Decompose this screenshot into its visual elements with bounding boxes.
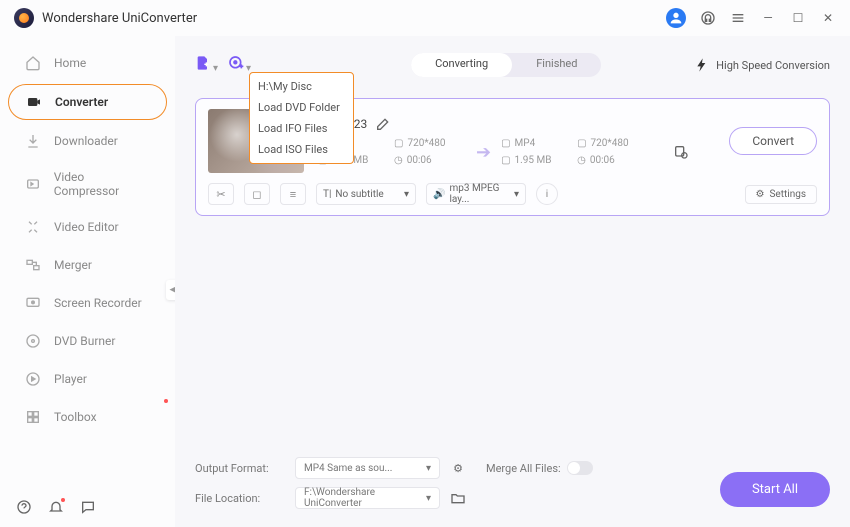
arrow-icon: ➔ <box>476 142 491 163</box>
support-icon[interactable] <box>700 10 716 26</box>
edit-name-icon[interactable] <box>375 116 391 132</box>
sidebar-item-dvd[interactable]: DVD Burner <box>8 324 167 358</box>
sidebar-item-label: Merger <box>54 258 92 272</box>
add-disc-button[interactable]: ▾ <box>228 55 251 76</box>
dropdown-item[interactable]: Load IFO Files <box>250 118 353 139</box>
sidebar-item-compressor[interactable]: Video Compressor <box>8 162 167 206</box>
editor-icon <box>24 218 42 236</box>
folder-icon: ▢ <box>501 138 510 149</box>
file-location-select[interactable]: F:\Wondershare UniConverter▾ <box>295 487 440 509</box>
merger-icon <box>24 256 42 274</box>
merge-label: Merge All Files: <box>486 462 561 475</box>
menu-icon[interactable] <box>730 10 746 26</box>
sidebar-item-label: Video Editor <box>54 220 119 234</box>
sidebar-item-label: Converter <box>55 95 108 109</box>
sidebar-item-editor[interactable]: Video Editor <box>8 210 167 244</box>
sidebar-item-downloader[interactable]: Downloader <box>8 124 167 158</box>
home-icon <box>24 54 42 72</box>
gear-icon: ⚙ <box>756 189 765 200</box>
tab-converting[interactable]: Converting <box>411 53 512 77</box>
res-icon: ▢ <box>394 138 403 149</box>
add-file-button[interactable]: ▾ <box>195 55 218 76</box>
recorder-icon <box>24 294 42 312</box>
app-title: Wondershare UniConverter <box>42 11 197 26</box>
sidebar: Home Converter Downloader Video Compress… <box>0 36 175 527</box>
output-format-select[interactable]: MP4 Same as sou...▾ <box>295 457 440 479</box>
minimize-button[interactable]: — <box>760 10 776 26</box>
sidebar-item-label: Screen Recorder <box>54 296 142 310</box>
sidebar-item-label: Video Compressor <box>54 170 151 198</box>
close-button[interactable]: ✕ <box>820 10 836 26</box>
sidebar-item-label: Toolbox <box>54 410 97 424</box>
bell-icon[interactable] <box>48 499 64 515</box>
audio-select[interactable]: 🔊mp3 MPEG lay...▾ <box>426 183 526 205</box>
output-settings-icon[interactable] <box>673 144 689 160</box>
output-format-label: Output Format: <box>195 462 285 475</box>
sidebar-item-label: DVD Burner <box>54 334 115 348</box>
sidebar-item-merger[interactable]: Merger <box>8 248 167 282</box>
tab-finished[interactable]: Finished <box>512 53 601 77</box>
dropdown-item[interactable]: Load ISO Files <box>250 139 353 160</box>
disc-dropdown: H:\My Disc Load DVD Folder Load IFO File… <box>249 72 354 164</box>
clock-icon: ◷ <box>394 155 403 166</box>
feedback-icon[interactable] <box>80 499 96 515</box>
sidebar-item-player[interactable]: Player <box>8 362 167 396</box>
converter-icon <box>25 93 43 111</box>
sidebar-item-label: Player <box>54 372 87 386</box>
open-folder-icon[interactable] <box>450 490 466 506</box>
toolbox-icon <box>24 408 42 426</box>
sidebar-item-label: Home <box>54 56 86 70</box>
high-speed-toggle[interactable]: High Speed Conversion <box>694 57 830 73</box>
subtitle-select[interactable]: T|No subtitle▾ <box>316 183 416 205</box>
app-logo <box>14 8 34 28</box>
dropdown-item[interactable]: H:\My Disc <box>250 76 353 97</box>
sidebar-item-home[interactable]: Home <box>8 46 167 80</box>
folder-icon: ▢ <box>501 155 510 166</box>
merge-toggle[interactable] <box>567 461 593 475</box>
compress-icon <box>24 175 42 193</box>
sidebar-item-recorder[interactable]: Screen Recorder <box>8 286 167 320</box>
sidebar-item-converter[interactable]: Converter <box>8 84 167 120</box>
player-icon <box>24 370 42 388</box>
help-icon[interactable] <box>16 499 32 515</box>
download-icon <box>24 132 42 150</box>
sidebar-item-toolbox[interactable]: Toolbox <box>8 400 167 434</box>
dropdown-item[interactable]: Load DVD Folder <box>250 97 353 118</box>
info-button[interactable]: i <box>536 183 558 205</box>
effect-button[interactable]: ≡ <box>280 183 306 205</box>
settings-button[interactable]: ⚙Settings <box>745 185 817 204</box>
convert-button[interactable]: Convert <box>729 127 817 155</box>
format-settings-icon[interactable]: ⚙ <box>450 460 466 476</box>
maximize-button[interactable]: ☐ <box>790 10 806 26</box>
trim-button[interactable]: ✂ <box>208 183 234 205</box>
sidebar-item-label: Downloader <box>54 134 118 148</box>
dvd-icon <box>24 332 42 350</box>
res-icon: ▢ <box>577 138 586 149</box>
start-all-button[interactable]: Start All <box>720 472 830 507</box>
file-location-label: File Location: <box>195 492 285 505</box>
crop-button[interactable]: ◻ <box>244 183 270 205</box>
user-avatar[interactable] <box>666 8 686 28</box>
clock-icon: ◷ <box>577 155 586 166</box>
